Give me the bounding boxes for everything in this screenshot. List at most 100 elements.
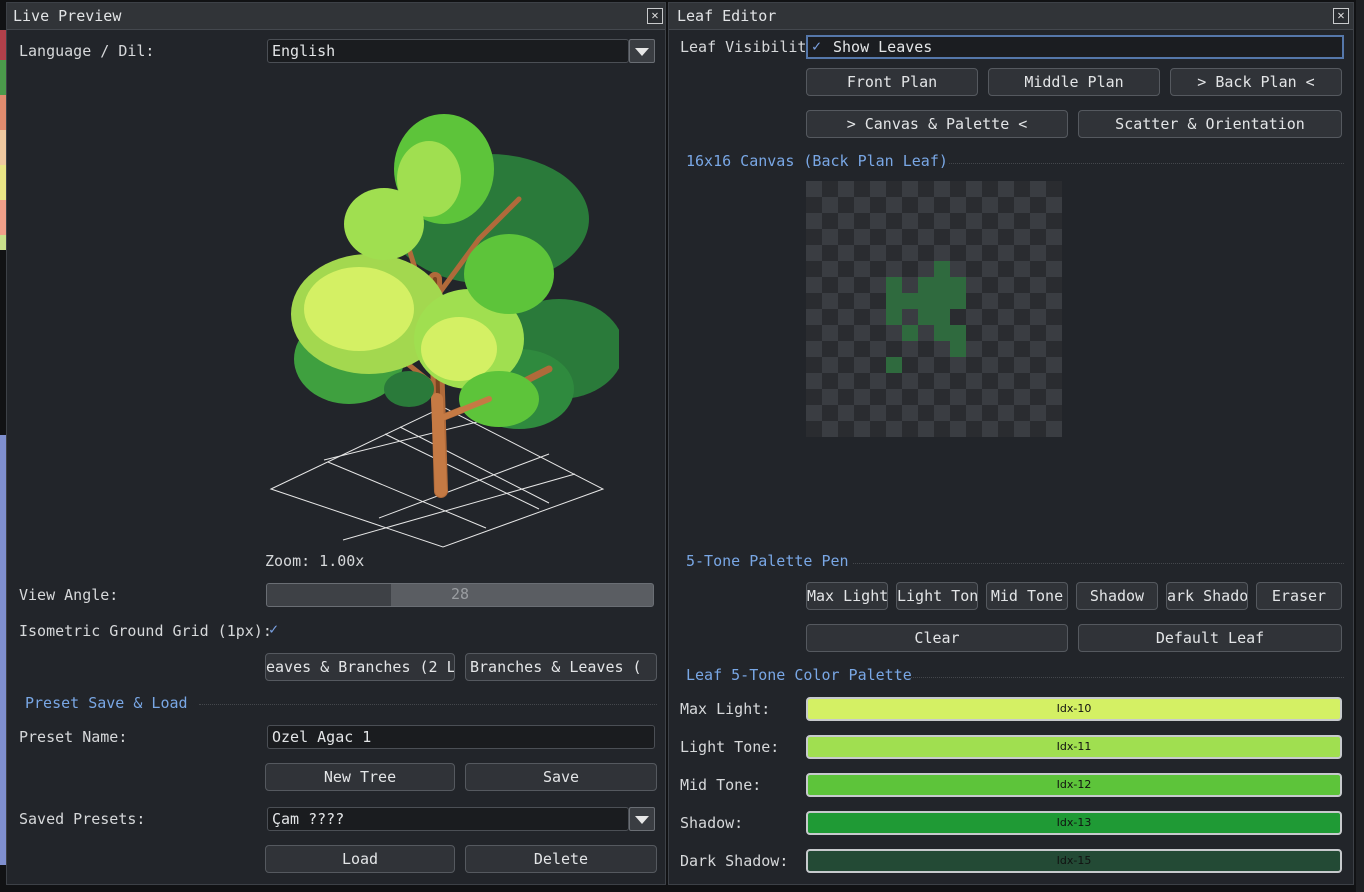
canvas-pixel[interactable] (1014, 405, 1030, 421)
canvas-pixel[interactable] (998, 245, 1014, 261)
canvas-pixel[interactable] (886, 277, 902, 293)
canvas-pixel[interactable] (1014, 325, 1030, 341)
canvas-pixel[interactable] (902, 309, 918, 325)
canvas-pixel[interactable] (822, 261, 838, 277)
canvas-pixel[interactable] (998, 325, 1014, 341)
canvas-pixel[interactable] (998, 373, 1014, 389)
canvas-pixel[interactable] (966, 309, 982, 325)
canvas-pixel[interactable] (822, 245, 838, 261)
palette-color-swatch[interactable]: Idx-11 (806, 735, 1342, 759)
canvas-pixel[interactable] (822, 421, 838, 437)
default-leaf-button[interactable]: Default Leaf (1078, 624, 1342, 652)
canvas-pixel[interactable] (934, 309, 950, 325)
preset-name-input[interactable]: Ozel Agac 1 (267, 725, 655, 749)
canvas-pixel[interactable] (950, 181, 966, 197)
canvas-pixel[interactable] (1014, 229, 1030, 245)
branches-leaves-button[interactable]: Branches & Leaves ( (465, 653, 657, 681)
canvas-pixel[interactable] (950, 261, 966, 277)
canvas-pixel[interactable] (1046, 245, 1062, 261)
canvas-pixel[interactable] (822, 309, 838, 325)
canvas-pixel[interactable] (918, 341, 934, 357)
canvas-pixel[interactable] (822, 197, 838, 213)
canvas-pixel[interactable] (1030, 229, 1046, 245)
canvas-pixel[interactable] (870, 389, 886, 405)
chevron-down-icon[interactable] (629, 39, 655, 63)
canvas-pixel[interactable] (822, 373, 838, 389)
canvas-pixel[interactable] (886, 341, 902, 357)
canvas-pixel[interactable] (854, 261, 870, 277)
canvas-pixel[interactable] (854, 293, 870, 309)
canvas-pixel[interactable] (934, 357, 950, 373)
canvas-pixel[interactable] (966, 357, 982, 373)
canvas-pixel[interactable] (1030, 245, 1046, 261)
canvas-pixel[interactable] (934, 245, 950, 261)
canvas-pixel[interactable] (1046, 405, 1062, 421)
canvas-palette-tab[interactable]: > Canvas & Palette < (806, 110, 1068, 138)
canvas-pixel[interactable] (934, 229, 950, 245)
canvas-pixel[interactable] (1030, 389, 1046, 405)
canvas-pixel[interactable] (870, 197, 886, 213)
canvas-pixel[interactable] (870, 357, 886, 373)
canvas-pixel[interactable] (870, 213, 886, 229)
canvas-pixel[interactable] (822, 181, 838, 197)
show-leaves-toggle[interactable]: ✓ Show Leaves (806, 35, 1344, 59)
canvas-pixel[interactable] (1014, 197, 1030, 213)
canvas-pixel[interactable] (1046, 373, 1062, 389)
canvas-pixel[interactable] (982, 245, 998, 261)
language-select[interactable]: English (267, 39, 629, 63)
canvas-pixel[interactable] (918, 181, 934, 197)
canvas-pixel[interactable] (950, 357, 966, 373)
saved-presets-select[interactable]: Çam ???? (267, 807, 629, 831)
canvas-pixel[interactable] (822, 389, 838, 405)
canvas-pixel[interactable] (1030, 261, 1046, 277)
canvas-pixel[interactable] (822, 277, 838, 293)
canvas-pixel[interactable] (1014, 213, 1030, 229)
canvas-pixel[interactable] (854, 213, 870, 229)
canvas-pixel[interactable] (806, 357, 822, 373)
canvas-pixel[interactable] (1014, 293, 1030, 309)
canvas-pixel[interactable] (1046, 213, 1062, 229)
canvas-pixel[interactable] (998, 405, 1014, 421)
canvas-pixel[interactable] (838, 197, 854, 213)
canvas-pixel[interactable] (950, 277, 966, 293)
canvas-pixel[interactable] (998, 341, 1014, 357)
canvas-pixel[interactable] (1030, 197, 1046, 213)
canvas-pixel[interactable] (998, 181, 1014, 197)
canvas-pixel[interactable] (806, 277, 822, 293)
canvas-pixel[interactable] (1046, 261, 1062, 277)
canvas-pixel[interactable] (934, 405, 950, 421)
close-icon[interactable]: ✕ (1333, 8, 1349, 24)
canvas-pixel[interactable] (870, 245, 886, 261)
view-angle-slider[interactable]: 28 (266, 583, 654, 607)
middle-plan-button[interactable]: Middle Plan (988, 68, 1160, 96)
canvas-pixel[interactable] (998, 357, 1014, 373)
canvas-pixel[interactable] (1030, 357, 1046, 373)
canvas-pixel[interactable] (934, 197, 950, 213)
canvas-pixel[interactable] (918, 197, 934, 213)
canvas-pixel[interactable] (982, 373, 998, 389)
canvas-pixel[interactable] (854, 229, 870, 245)
canvas-pixel[interactable] (838, 405, 854, 421)
new-tree-button[interactable]: New Tree (265, 763, 455, 791)
canvas-pixel[interactable] (918, 421, 934, 437)
canvas-pixel[interactable] (838, 421, 854, 437)
canvas-pixel[interactable] (1046, 389, 1062, 405)
canvas-pixel[interactable] (870, 229, 886, 245)
canvas-pixel[interactable] (902, 277, 918, 293)
canvas-pixel[interactable] (950, 405, 966, 421)
canvas-pixel[interactable] (950, 293, 966, 309)
canvas-pixel[interactable] (838, 373, 854, 389)
canvas-pixel[interactable] (806, 309, 822, 325)
canvas-pixel[interactable] (934, 341, 950, 357)
canvas-pixel[interactable] (902, 421, 918, 437)
canvas-pixel[interactable] (886, 405, 902, 421)
canvas-pixel[interactable] (902, 293, 918, 309)
canvas-pixel[interactable] (982, 357, 998, 373)
canvas-pixel[interactable] (854, 277, 870, 293)
canvas-pixel[interactable] (998, 277, 1014, 293)
canvas-pixel[interactable] (838, 229, 854, 245)
canvas-pixel[interactable] (854, 197, 870, 213)
canvas-pixel[interactable] (838, 357, 854, 373)
canvas-pixel[interactable] (966, 373, 982, 389)
canvas-pixel[interactable] (806, 325, 822, 341)
